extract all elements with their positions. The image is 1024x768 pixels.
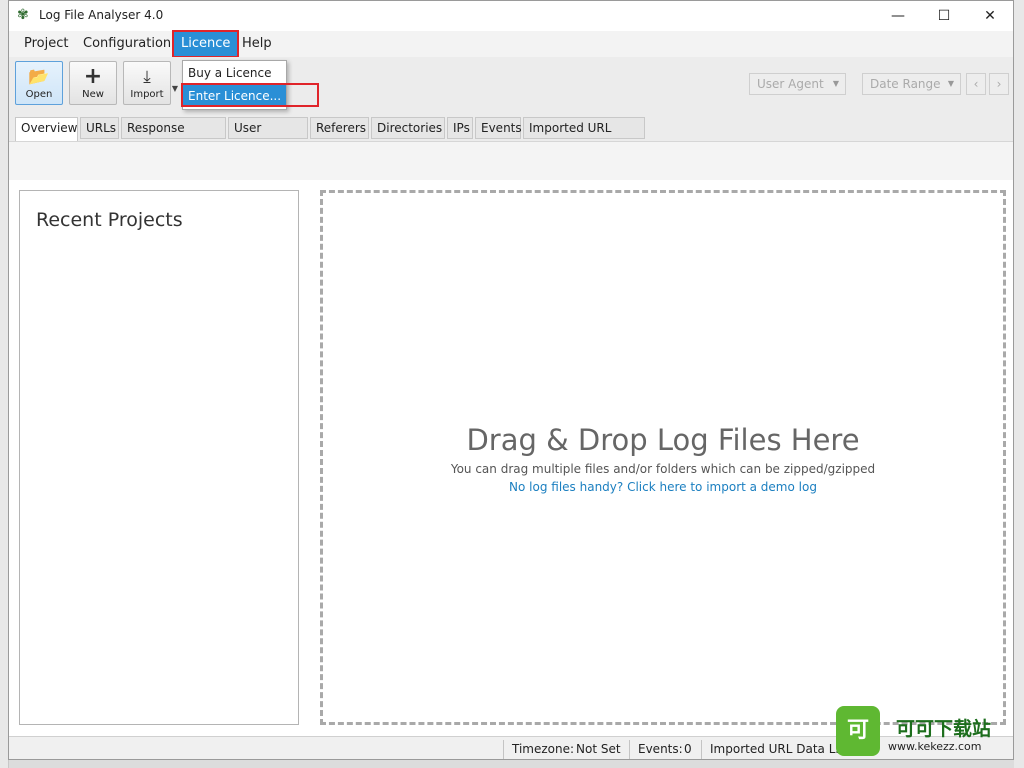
new-button-label: New [82, 89, 104, 100]
folder-open-icon: 📂 [28, 67, 50, 87]
app-logo-icon: ✾ [17, 7, 29, 23]
import-button[interactable]: ⤓ Import ▼ [123, 61, 178, 105]
plus-icon: + [83, 64, 103, 89]
toolbar: 📂 Open + New ⤓ Import ▼ User Agent ▼ Dat… [9, 57, 1013, 112]
menu-licence[interactable]: Licence [171, 30, 240, 58]
tab-directories[interactable]: Directories [371, 117, 445, 139]
log-drop-zone[interactable]: Drag & Drop Log Files Here You can drag … [320, 190, 1006, 725]
timezone-label: Timezone: [512, 742, 575, 756]
maximize-button[interactable]: ☐ [921, 1, 967, 31]
download-icon: ⤓ [143, 67, 151, 87]
status-separator [629, 740, 630, 759]
prev-button[interactable]: ‹ [966, 73, 986, 95]
drop-zone-subtitle: You can drag multiple files and/or folde… [450, 462, 876, 476]
next-button[interactable]: › [989, 73, 1009, 95]
desktop-right-edge [1014, 0, 1024, 768]
tab-overview[interactable]: Overview [15, 117, 78, 141]
drop-zone-title: Drag & Drop Log Files Here [466, 423, 860, 457]
close-button[interactable]: ✕ [967, 1, 1013, 31]
tab-response-codes[interactable]: Response Codes [121, 117, 226, 156]
watermark-url: www.kekezz.com [888, 740, 982, 753]
timezone-value: Not Set [576, 742, 621, 756]
import-button-label: Import [130, 89, 164, 100]
tab-imported-url-data[interactable]: Imported URL Data [523, 117, 645, 156]
watermark-badge: 可 [836, 706, 880, 756]
minimize-button[interactable]: — [875, 1, 921, 31]
user-agent-label: User Agent [757, 77, 824, 91]
events-value: 0 [684, 742, 692, 756]
chevron-down-icon: ▼ [171, 84, 178, 93]
open-button-label: Open [25, 89, 53, 100]
user-agent-dropdown[interactable]: User Agent ▼ [749, 73, 846, 95]
tab-strip: Overview URLs Response Codes User Agents… [9, 111, 1013, 156]
date-range-label: Date Range [870, 77, 941, 91]
menu-bar: Project Configuration Licence Help [9, 30, 1013, 58]
app-window: ✾ Log File Analyser 4.0 — ☐ ✕ Project Co… [8, 0, 1014, 760]
status-separator [701, 740, 702, 759]
status-separator [503, 740, 504, 759]
recent-projects-panel: Recent Projects [19, 190, 299, 725]
menu-help[interactable]: Help [234, 31, 280, 57]
tab-urls[interactable]: URLs [80, 117, 119, 139]
date-range-dropdown[interactable]: Date Range ▼ [862, 73, 961, 95]
buy-licence-item[interactable]: Buy a Licence [183, 62, 286, 84]
recent-projects-title: Recent Projects [36, 209, 183, 231]
watermark-text: 可可下载站 [896, 718, 992, 740]
main-content: Recent Projects Drag & Drop Log Files He… [9, 180, 1013, 736]
menu-configuration[interactable]: Configuration [75, 31, 179, 57]
chevron-down-icon: ▼ [832, 79, 839, 88]
tab-ips[interactable]: IPs [447, 117, 473, 139]
tab-referers[interactable]: Referers [310, 117, 369, 139]
title-bar: ✾ Log File Analyser 4.0 — ☐ ✕ [9, 1, 1013, 31]
tab-events[interactable]: Events [475, 117, 522, 139]
window-title: Log File Analyser 4.0 [39, 8, 164, 22]
chevron-down-icon: ▼ [947, 79, 954, 88]
import-demo-log-link[interactable]: No log files handy? Click here to import… [323, 480, 1003, 494]
menu-project[interactable]: Project [16, 31, 76, 57]
new-button[interactable]: + New [69, 61, 117, 105]
highlight-box [181, 83, 319, 107]
imported-url-status: Imported URL Data Li [710, 742, 839, 756]
sub-toolbar [9, 141, 1013, 181]
tab-user-agents[interactable]: User Agents [228, 117, 308, 156]
events-label: Events: [638, 742, 683, 756]
open-button[interactable]: 📂 Open [15, 61, 63, 105]
